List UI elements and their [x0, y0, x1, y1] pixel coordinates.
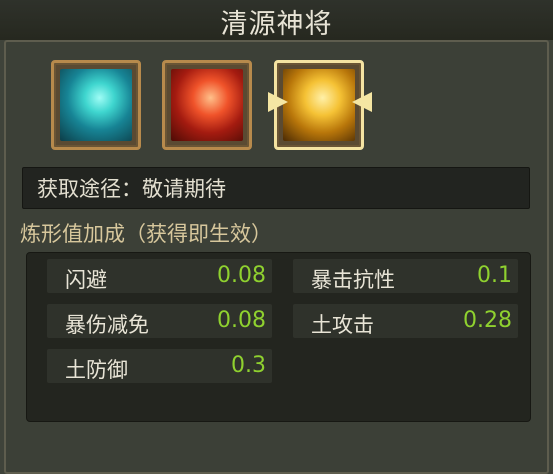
panel-title: 清源神将	[220, 9, 333, 40]
selection-arrow-left-icon	[268, 92, 288, 112]
stat-label: 暴伤减免	[65, 313, 149, 337]
bonus-heading: 炼形值加成（获得即生效）	[20, 222, 272, 246]
stat-value: 0.1	[477, 263, 512, 288]
stat-row: 闪避 0.08	[47, 259, 272, 293]
title-bar: 清源神将	[0, 0, 553, 40]
stat-value: 0.28	[463, 308, 512, 333]
stat-row: 土攻击 0.28	[293, 304, 518, 338]
skin-option-cyan[interactable]	[51, 60, 141, 150]
skin-red-portrait	[171, 69, 243, 141]
stat-value: 0.08	[217, 308, 266, 333]
stat-label: 土防御	[65, 358, 128, 382]
stat-label: 闪避	[65, 268, 107, 292]
stats-box: 闪避 0.08 暴击抗性 0.1 暴伤减免 0.08 土攻击 0.28 土防御 …	[26, 252, 531, 422]
stat-label: 土攻击	[311, 313, 374, 337]
acquire-source-row: 获取途径：敬请期待	[22, 167, 530, 209]
selection-arrow-right-icon	[352, 92, 372, 112]
skin-detail-panel: 清源神将 获取途径：敬请期待 炼形值加成（获得即生效） 闪避 0.08 暴击抗性…	[0, 0, 553, 474]
stat-row: 暴伤减免 0.08	[47, 304, 272, 338]
skin-gold-portrait	[283, 69, 355, 141]
stat-row: 土防御 0.3	[47, 349, 272, 383]
stat-row: 暴击抗性 0.1	[293, 259, 518, 293]
stat-value: 0.3	[231, 353, 266, 378]
skin-option-red[interactable]	[162, 60, 252, 150]
stat-value: 0.08	[217, 263, 266, 288]
skin-cyan-portrait	[60, 69, 132, 141]
stat-label: 暴击抗性	[311, 268, 395, 292]
acquire-source-label: 获取途径：敬请期待	[37, 177, 226, 201]
